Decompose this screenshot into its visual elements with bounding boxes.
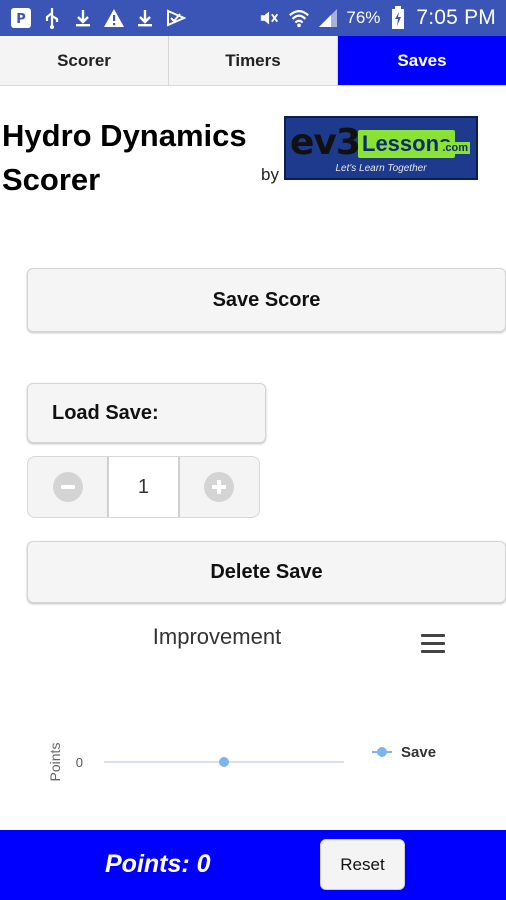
wifi-icon bbox=[288, 7, 310, 29]
chart-menu-icon[interactable] bbox=[421, 634, 445, 654]
logo-com: .com bbox=[440, 142, 470, 154]
by-label: by bbox=[261, 165, 279, 184]
improvement-chart: Points 0 Save bbox=[47, 743, 436, 782]
tab-saves[interactable]: Saves bbox=[338, 36, 506, 85]
system-icons: 76% 7:05 PM bbox=[259, 0, 496, 36]
series-points bbox=[219, 757, 229, 767]
download-icon bbox=[72, 7, 94, 29]
ev3lessons-logo[interactable]: ev3 Lessons .com Let's Learn Together bbox=[284, 116, 478, 180]
legend-marker bbox=[377, 747, 387, 757]
app-icon: P bbox=[10, 7, 32, 29]
download-icon bbox=[134, 7, 156, 29]
save-slot-stepper: 1 bbox=[27, 456, 260, 518]
tab-bar: Scorer Timers Saves bbox=[0, 36, 506, 86]
y-axis-label: Points bbox=[47, 743, 63, 782]
usb-icon bbox=[41, 7, 63, 29]
chart-title: Improvement bbox=[152, 624, 282, 649]
battery-percent: 76% bbox=[346, 8, 381, 27]
delete-save-button[interactable]: Delete Save bbox=[27, 541, 506, 603]
mute-icon bbox=[259, 7, 281, 29]
status-bar: P 76% 7:05 PM bbox=[0, 0, 506, 36]
y-tick-label: 0 bbox=[76, 755, 83, 770]
page-title-line1: Hydro Dynamics bbox=[2, 118, 247, 153]
legend-label: Save bbox=[401, 744, 436, 761]
battery-icon bbox=[387, 6, 409, 29]
decrement-button[interactable] bbox=[28, 457, 107, 517]
minus-icon bbox=[52, 472, 83, 502]
plus-icon bbox=[204, 472, 235, 502]
data-point-save-0[interactable] bbox=[219, 757, 229, 767]
legend-item-save[interactable]: Save bbox=[372, 744, 436, 761]
increment-button[interactable] bbox=[180, 457, 259, 517]
save-score-button[interactable]: Save Score bbox=[27, 268, 506, 332]
notification-icons: P bbox=[0, 7, 187, 29]
check-icon bbox=[165, 7, 187, 29]
svg-text:P: P bbox=[16, 12, 26, 27]
tab-scorer[interactable]: Scorer bbox=[0, 36, 169, 85]
bottom-bar bbox=[0, 830, 506, 900]
save-slot-value[interactable]: 1 bbox=[107, 457, 180, 517]
signal-icon bbox=[317, 7, 339, 29]
load-save-button[interactable]: Load Save: bbox=[27, 383, 266, 443]
logo-ev3: ev3 bbox=[290, 122, 361, 163]
logo-tagline: Let's Learn Together bbox=[335, 163, 427, 174]
tab-timers[interactable]: Timers bbox=[169, 36, 338, 85]
page-title: Hydro Dynamics Scorer bbox=[2, 114, 262, 202]
reset-button[interactable]: Reset bbox=[320, 839, 405, 890]
warning-icon bbox=[103, 7, 125, 29]
page-title-line2: Scorer bbox=[2, 162, 101, 197]
clock: 7:05 PM bbox=[416, 6, 496, 29]
points-display: Points: 0 bbox=[105, 850, 211, 878]
